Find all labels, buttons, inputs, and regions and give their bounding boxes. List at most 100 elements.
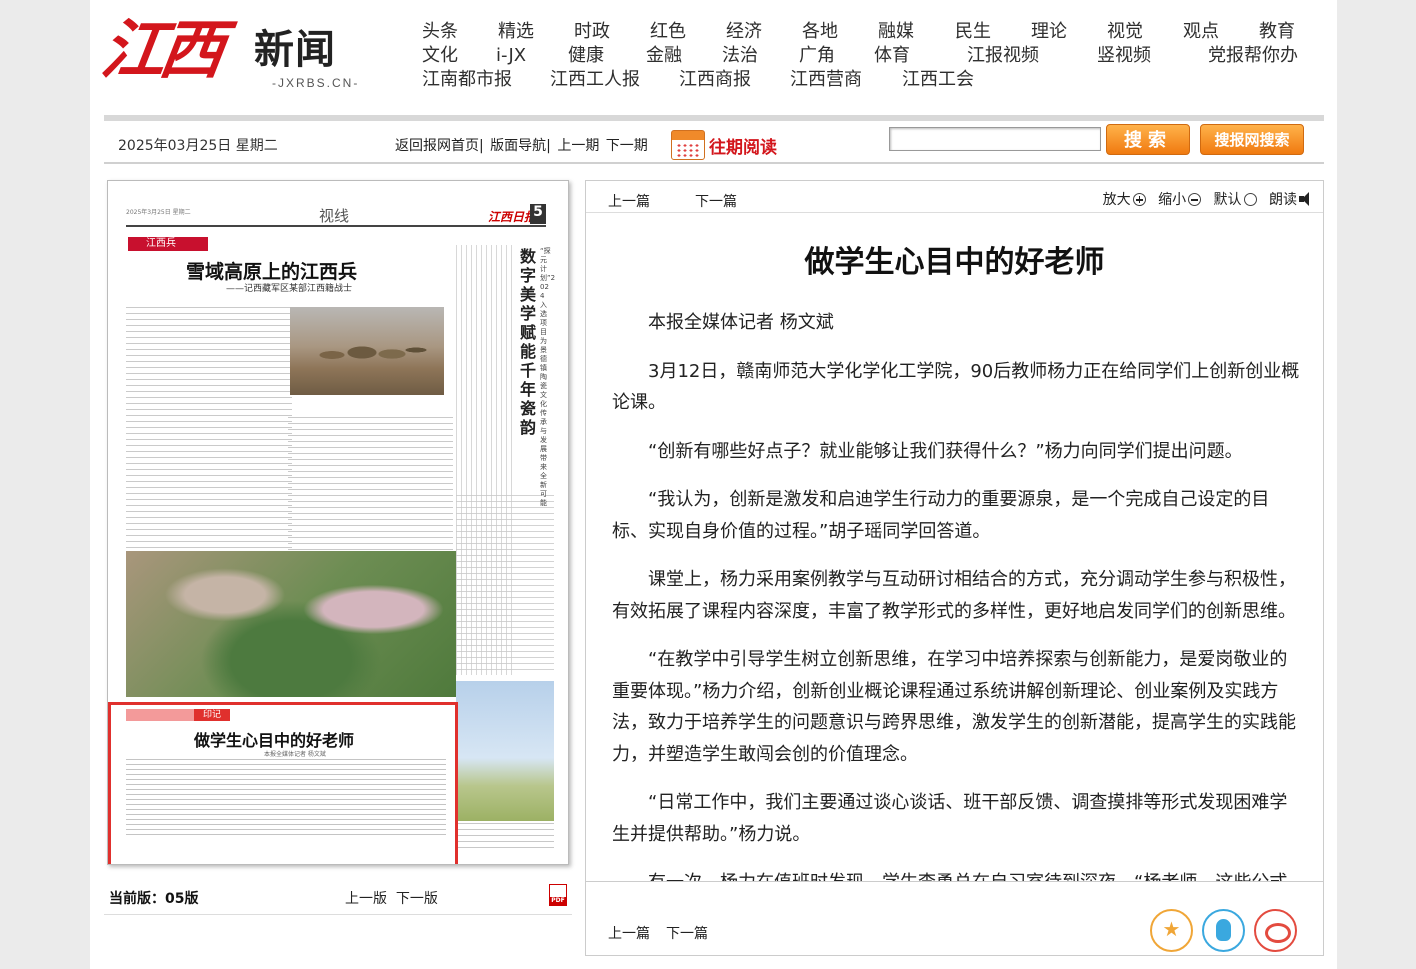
qq-share-icon[interactable] [1202, 909, 1245, 952]
past-read-link[interactable]: 往期阅读 [709, 133, 777, 158]
paper-page-header: 2025年3月25日 星期二 视线 江西日报 5 [126, 204, 546, 227]
vertical-article[interactable]: 数字美学赋能千年瓷韵 “探元计划”2024入选项目为景德镇陶瓷文化传承与发展带来… [456, 245, 556, 675]
logo-url-text: -JXRBS.CN- [272, 76, 360, 90]
article-body: 本报全媒体记者 杨文斌 3月12日，赣南师范大学化学化工学院，90后教师杨力正在… [612, 307, 1302, 881]
home-link[interactable]: 返回报网首页| [395, 138, 484, 154]
read-aloud-button[interactable]: 朗读 [1269, 192, 1315, 208]
toolbar: 2025年03月25日 星期二 返回报网首页| 版面导航| 上一期 下一期 往期… [104, 124, 1324, 164]
zoom-out-button[interactable]: 缩小 [1158, 192, 1202, 208]
nav-link[interactable]: 观点 [1183, 20, 1219, 44]
nav-link[interactable]: 民生 [955, 20, 991, 44]
nav-link[interactable]: 江报视频 [967, 44, 1039, 68]
nav-link[interactable]: 头条 [422, 20, 458, 44]
nav-row-2: 文化 i-JX 健康 金融 法治 广角 体育 江报视频 竖视频 党报帮你办 [420, 44, 1300, 68]
reading-tools: 放大 缩小 默认 朗读 [1095, 189, 1315, 209]
nav-link[interactable]: 红色 [650, 20, 686, 44]
next-issue-link[interactable]: 下一期 [606, 138, 648, 154]
nav-link[interactable]: 江西工会 [902, 68, 974, 92]
nav-link[interactable]: 党报帮你办 [1208, 44, 1298, 68]
current-edition-label: 当前版： [109, 891, 165, 907]
search-button[interactable]: 搜索 [1106, 124, 1190, 155]
zoom-in-label: 放大 [1102, 192, 1131, 208]
nav-row-3: 江南都市报 江西工人报 江西商报 江西营商 江西工会 [420, 68, 1300, 92]
nav-link[interactable]: 经济 [726, 20, 762, 44]
site-logo[interactable]: 江西 新闻 -JXRBS.CN- [97, 6, 362, 98]
paper-section-name: 视线 [319, 207, 350, 225]
toolbar-divider [104, 162, 1324, 164]
nav-link[interactable]: 融媒 [878, 20, 914, 44]
article-body-divider [586, 881, 1323, 882]
article-paragraph: “在教学中引导学生树立创新思维，在学习中培养探索与创新能力，是爱岗敬业的重要体现… [612, 649, 1296, 765]
edition-links: 上一版 下一版 [345, 888, 438, 908]
minus-circle-icon [1188, 193, 1202, 206]
plus-circle-icon [1132, 193, 1146, 206]
next-article-link[interactable]: 下一篇 [695, 191, 737, 211]
nav-link[interactable]: 江南都市报 [422, 68, 512, 92]
page-container: 江西 新闻 -JXRBS.CN- 头条 精选 时政 红色 经济 各地 融媒 民生… [90, 0, 1337, 969]
current-edition: 当前版：05版 [109, 888, 198, 908]
current-edition-value: 05版 [165, 891, 199, 907]
top-nav: 头条 精选 时政 红色 经济 各地 融媒 民生 理论 视觉 观点 教育 文化 i… [420, 20, 1300, 92]
article-title: 做学生心目中的好老师 [804, 245, 1105, 280]
nav-link[interactable]: 金融 [646, 44, 682, 68]
calendar-icon[interactable] [671, 130, 705, 160]
favorite-star-icon[interactable] [1150, 909, 1193, 952]
kite-photo [456, 681, 554, 821]
article-byline: 本报全媒体记者 杨文斌 [648, 312, 834, 333]
nav-link[interactable]: 精选 [498, 20, 534, 44]
zoom-in-button[interactable]: 放大 [1103, 192, 1146, 208]
nav-link[interactable]: 视觉 [1107, 20, 1143, 44]
paper-masthead: 江西日报 [488, 210, 537, 224]
nav-link[interactable]: 广角 [799, 44, 835, 68]
logo-sub-text: 新闻 [254, 26, 336, 73]
nav-link[interactable]: 江西营商 [790, 68, 862, 92]
nav-link[interactable]: 理论 [1031, 20, 1067, 44]
article-paragraph: 3月12日，赣南师范大学化学化工学院，90后教师杨力正在给同学们上创新创业概论课… [612, 360, 1300, 414]
nav-link[interactable]: 竖视频 [1097, 44, 1151, 68]
prev-issue-link[interactable]: 上一期 [557, 138, 599, 154]
article-paragraph: “我认为，创新是激发和启迪学生行动力的重要源泉，是一个完成自己设定的目标、实现自… [612, 489, 1270, 542]
weibo-share-icon[interactable] [1254, 909, 1297, 952]
toolbar-links: 返回报网首页| 版面导航| 上一期 下一期 [395, 135, 650, 155]
circle-icon [1243, 193, 1257, 206]
article-paragraph: “创新有哪些好点子？就业能够让我们获得什么？”杨力向同学们提出问题。 [648, 440, 1243, 462]
prev-article-link[interactable]: 上一篇 [608, 191, 650, 211]
article-paragraph: 有一次，杨力在值班时发现，学生李勇总在自习室待到深夜。“杨老师，这些公式就 [612, 867, 1302, 881]
layout-nav-link[interactable]: 版面导航| [490, 138, 551, 154]
nav-link[interactable]: i-JX [496, 44, 526, 68]
edition-nav: 当前版：05版 上一版 下一版 [107, 884, 569, 908]
default-size-label: 默认 [1213, 192, 1242, 208]
landscape-photo [126, 551, 456, 697]
paper-text-columns [456, 823, 554, 853]
next-edition-link[interactable]: 下一版 [396, 891, 438, 907]
paper-headline[interactable]: 雪域高原上的江西兵 [186, 257, 357, 284]
article-panel: 上一篇 下一篇 放大 缩小 默认 朗读 做学生心目中的好老师 本报全媒体记者 杨… [585, 180, 1324, 956]
paper-subhead: ——记西藏军区某部江西籍战士 [226, 284, 353, 294]
paper-tiny-date: 2025年3月25日 星期二 [126, 209, 191, 216]
vertical-headline: 数字美学赋能千年瓷韵 [519, 247, 536, 437]
nav-link[interactable]: 健康 [568, 44, 604, 68]
selected-article-highlight[interactable] [108, 702, 458, 864]
newspaper-page[interactable]: 2025年3月25日 星期二 视线 江西日报 5 江西兵 雪域高原上的江西兵 —… [107, 180, 569, 865]
nav-link[interactable]: 文化 [422, 44, 458, 68]
pdf-icon[interactable] [549, 884, 567, 906]
site-search-button[interactable]: 搜报网搜索 [1200, 124, 1304, 155]
nav-link[interactable]: 各地 [802, 20, 838, 44]
nav-link[interactable]: 体育 [874, 44, 910, 68]
nav-link[interactable]: 教育 [1259, 20, 1295, 44]
issue-date: 2025年03月25日 星期二 [118, 138, 278, 154]
nav-link[interactable]: 江西商报 [679, 68, 751, 92]
prev-edition-link[interactable]: 上一版 [345, 891, 387, 907]
nav-link[interactable]: 江西工人报 [550, 68, 640, 92]
bottom-next-article-link[interactable]: 下一篇 [666, 923, 708, 943]
nav-link[interactable]: 时政 [574, 20, 610, 44]
search-input[interactable] [889, 127, 1101, 151]
nav-link[interactable]: 法治 [722, 44, 758, 68]
default-size-button[interactable]: 默认 [1214, 192, 1257, 208]
bottom-prev-article-link[interactable]: 上一篇 [608, 923, 650, 943]
header-divider [104, 115, 1324, 121]
soldiers-photo [290, 307, 444, 395]
paper-section-tag: 江西兵 [128, 237, 208, 251]
vertical-subhead: “探元计划”2024入选项目为景德镇陶瓷文化传承与发展带来全新可能 [540, 247, 556, 507]
nav-row-1: 头条 精选 时政 红色 经济 各地 融媒 民生 理论 视觉 观点 教育 [420, 20, 1300, 44]
